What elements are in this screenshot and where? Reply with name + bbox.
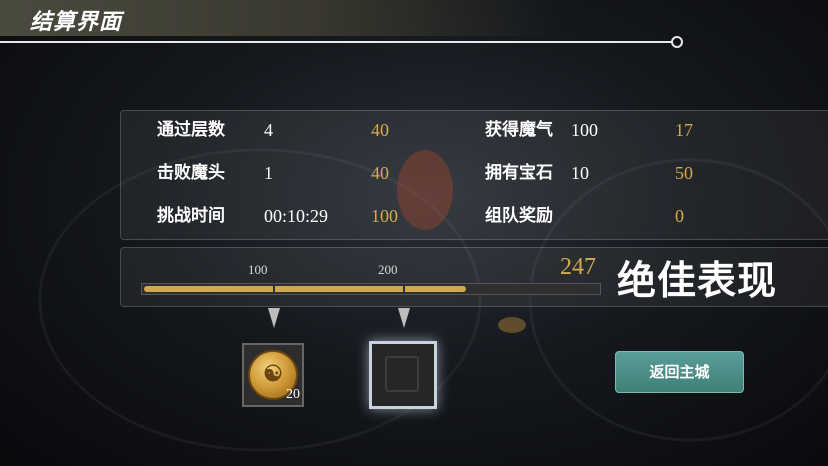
- reward-slot-gold-coin[interactable]: ☯ 20: [242, 343, 304, 407]
- reward-pointer-100: [268, 308, 280, 328]
- reward-slot-locked[interactable]: [369, 341, 437, 409]
- page-title: 结算界面: [30, 9, 123, 35]
- stats-panel: [120, 110, 828, 240]
- stat-score: 50: [675, 163, 693, 183]
- stat-score: 0: [675, 206, 684, 226]
- stat-label: 组队奖励: [485, 206, 553, 226]
- stat-label: 通过层数: [157, 120, 225, 140]
- stat-value: 100: [571, 120, 598, 140]
- stat-score: 40: [371, 163, 389, 183]
- reward-count: 20: [286, 387, 300, 402]
- progress-tick-label: 200: [378, 262, 398, 277]
- score-progress-fill: [144, 286, 466, 292]
- stat-score: 17: [675, 120, 693, 140]
- reward-pointer-200: [398, 308, 410, 328]
- progress-separator: [273, 284, 275, 294]
- performance-rating: 绝佳表现: [617, 258, 778, 304]
- progress-tick-label: 100: [248, 262, 268, 277]
- title-divider-end-dot: [671, 36, 683, 48]
- stat-label: 击败魔头: [157, 163, 225, 183]
- title-divider: [0, 41, 673, 43]
- stat-label: 挑战时间: [157, 206, 225, 226]
- stat-value: 00:10:29: [264, 206, 329, 226]
- return-to-city-button[interactable]: 返回主城: [615, 351, 744, 393]
- progress-separator: [403, 284, 405, 294]
- stat-value: 1: [264, 163, 273, 183]
- score-progress-bar: [141, 283, 601, 295]
- total-score: 247: [560, 254, 596, 280]
- locked-chest-icon: [385, 356, 419, 392]
- stat-label: 获得魔气: [485, 120, 553, 140]
- stat-value: 10: [571, 163, 589, 183]
- stat-score: 40: [371, 120, 389, 140]
- stat-score: 100: [371, 206, 398, 226]
- stat-value: 4: [264, 120, 273, 140]
- stat-label: 拥有宝石: [485, 163, 553, 183]
